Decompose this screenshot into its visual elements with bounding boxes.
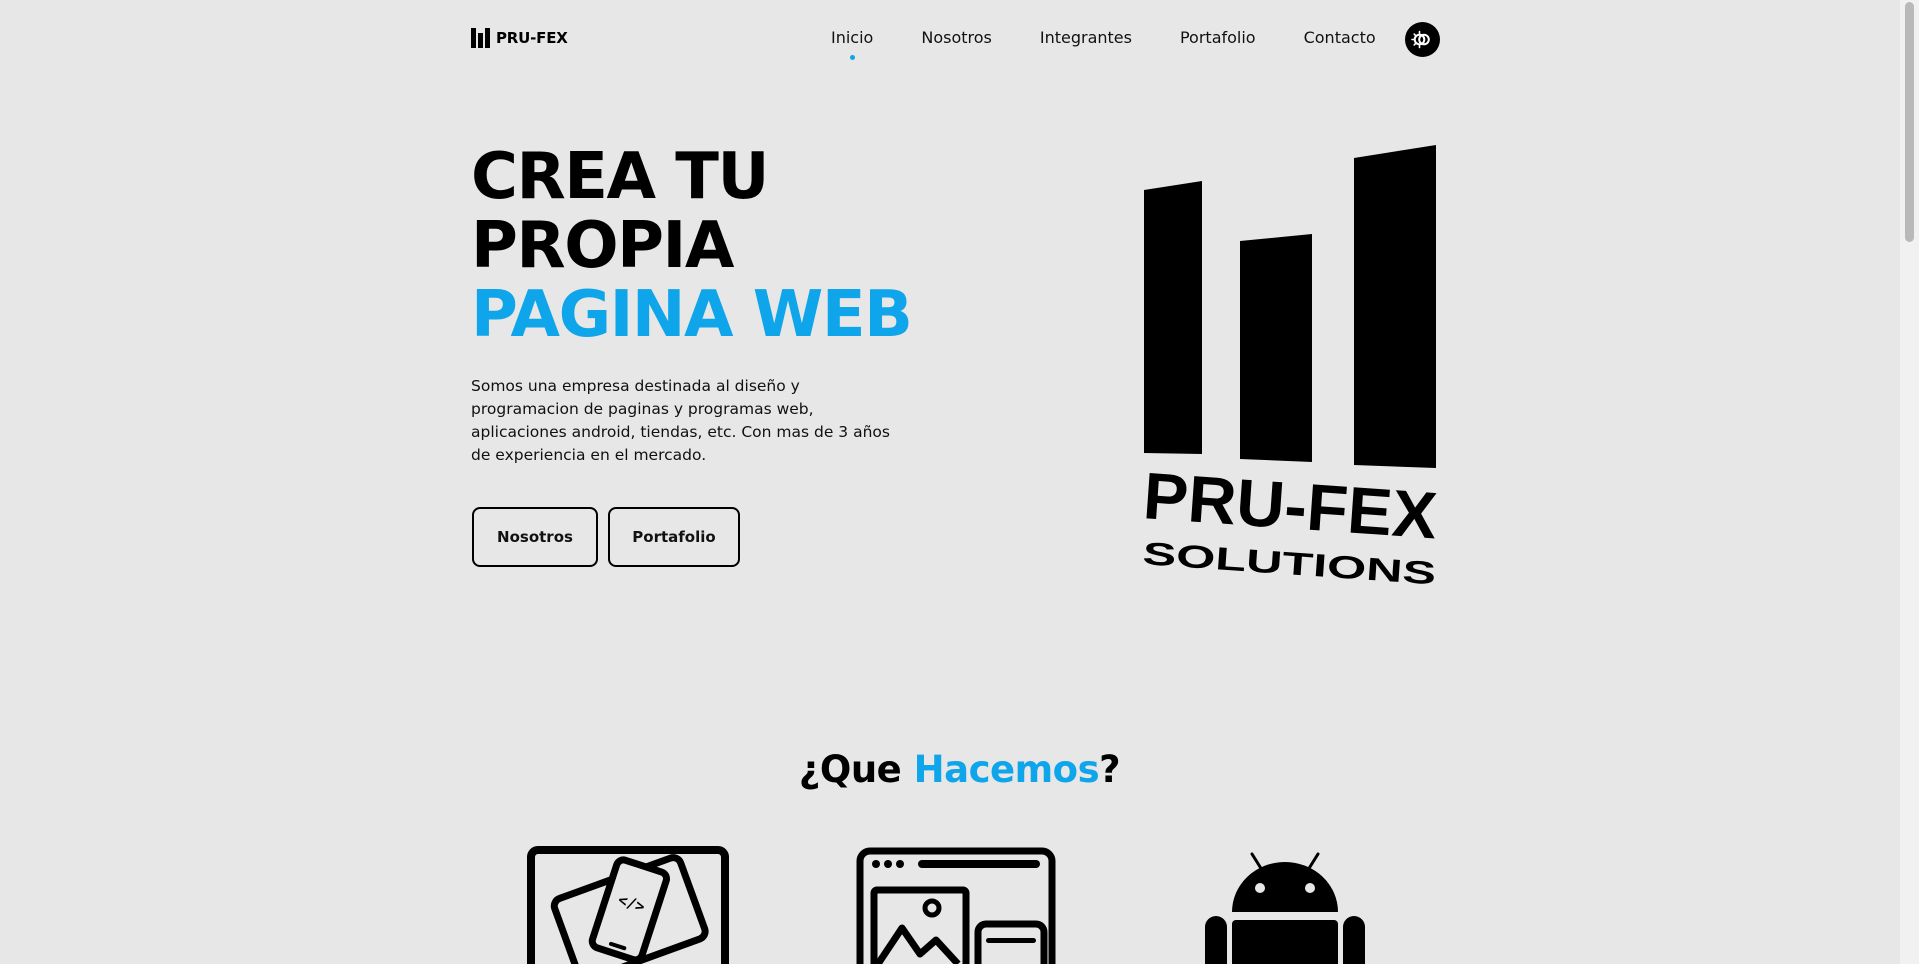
- nav-item-nosotros[interactable]: Nosotros: [921, 26, 992, 50]
- section-title-accent: Hacemos: [913, 748, 1100, 791]
- android-icon: [1205, 852, 1365, 964]
- hero-description: Somos una empresa destinada al diseño y …: [471, 377, 890, 464]
- page: PRU-FEX Inicio Nosotros Integrantes Port…: [0, 0, 1919, 964]
- web-design-icon: [856, 847, 1056, 964]
- page-scrollbar[interactable]: [1900, 0, 1919, 964]
- responsive-devices-icon: </>: [527, 846, 729, 964]
- nav-item-label: Contacto: [1303, 28, 1376, 47]
- active-indicator-dot: [849, 55, 855, 60]
- brand-name: PRU-FEX: [496, 29, 568, 47]
- scrollbar-thumb[interactable]: [1905, 2, 1914, 242]
- nav-item-portafolio[interactable]: Portafolio: [1180, 26, 1256, 50]
- hero-title: CREA TU PROPIA PAGINA WEB: [471, 140, 913, 352]
- nav-item-integrantes[interactable]: Integrantes: [1040, 26, 1132, 50]
- theme-toggle-button[interactable]: [1405, 22, 1440, 57]
- main-nav: Inicio Nosotros Integrantes Portafolio C…: [831, 26, 1376, 60]
- section-title-prefix: ¿Que: [798, 748, 914, 791]
- section-title-suffix: ?: [1099, 748, 1121, 791]
- nav-item-label: Inicio: [831, 28, 874, 47]
- nav-item-inicio[interactable]: Inicio: [831, 26, 874, 60]
- services-section-title: ¿Que Hacemos?: [0, 745, 1919, 795]
- hero-title-line-2: PROPIA: [471, 209, 734, 283]
- hero-title-line-3: PAGINA WEB: [471, 278, 913, 352]
- nosotros-button[interactable]: Nosotros: [472, 507, 598, 567]
- portafolio-button[interactable]: Portafolio: [608, 507, 740, 567]
- prufex-solutions-logo: PRU-FEX SOLUTIONS: [1141, 145, 1439, 591]
- brand-bars-icon: [471, 28, 490, 48]
- theme-toggle-icon: [1411, 30, 1430, 49]
- nav-item-label: Nosotros: [921, 28, 992, 47]
- nav-item-label: Integrantes: [1039, 28, 1132, 47]
- nav-item-label: Portafolio: [1179, 28, 1256, 47]
- brand-logo[interactable]: PRU-FEX: [471, 27, 568, 49]
- hero-title-line-1: CREA TU: [471, 140, 769, 214]
- site-header: PRU-FEX Inicio Nosotros Integrantes Port…: [0, 0, 1900, 80]
- nav-item-contacto[interactable]: Contacto: [1304, 26, 1376, 50]
